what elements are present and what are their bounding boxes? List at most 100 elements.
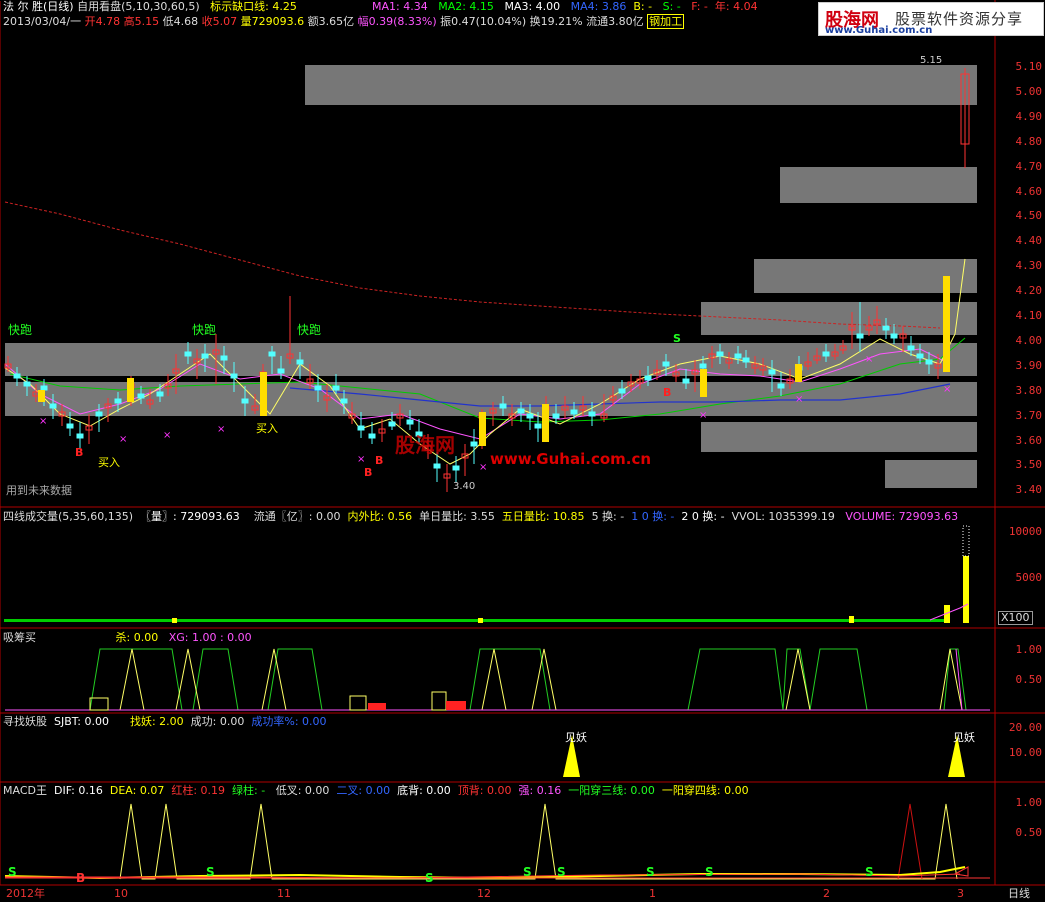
main-indicator[interactable]: 自用看盘(5,10,30,60,5) <box>77 0 200 13</box>
candlestick-chart[interactable]: ×× ××××××××BBBBS 5.15 3.40 快跑 快跑 快跑 买入 买入… <box>0 34 995 507</box>
vol-axis-label: 5000 <box>1015 571 1043 584</box>
vol-axis-label: 10000 <box>1008 525 1042 538</box>
ma3-value: MA3: 4.00 <box>504 0 561 13</box>
price-axis-label: 3.70 <box>1015 408 1043 422</box>
candle <box>340 398 348 404</box>
price-band <box>5 343 977 376</box>
price-band <box>885 460 977 488</box>
candle <box>916 353 924 359</box>
absorb-green-line <box>5 648 967 711</box>
signal-candle <box>38 390 45 402</box>
candle <box>314 385 322 391</box>
high-price: 高5.15 <box>123 15 160 28</box>
macd-signal-peaks <box>119 803 958 880</box>
candle <box>433 463 441 469</box>
price-band <box>780 167 977 203</box>
candle <box>76 433 84 439</box>
candle <box>768 369 776 375</box>
turnover-value: 换19.21% <box>529 15 583 28</box>
candle <box>716 351 724 357</box>
candle <box>499 403 507 409</box>
candle <box>296 359 304 365</box>
svg-text:S: S <box>646 865 655 879</box>
candle <box>517 408 525 414</box>
price-axis-label: 3.90 <box>1015 358 1043 372</box>
x-mark: × <box>795 394 803 405</box>
price-band <box>5 382 977 416</box>
price-band <box>701 302 977 335</box>
signal-candle <box>479 412 486 446</box>
price-axis-label: 4.90 <box>1015 109 1043 123</box>
svg-text:S: S <box>557 865 566 879</box>
svg-text:S: S <box>523 865 532 879</box>
absorb-axis-label: 0.50 <box>1015 673 1043 686</box>
float-value: 流通3.80亿 <box>586 15 644 28</box>
x-mark: × <box>865 354 873 365</box>
date: 2013/03/04/一 <box>3 15 82 28</box>
price-axis-label: 4.60 <box>1015 184 1043 198</box>
candle <box>40 385 48 391</box>
candle <box>822 351 830 357</box>
time-label: 11 <box>277 887 291 900</box>
candle <box>552 413 560 419</box>
b-value: B: - <box>633 0 653 13</box>
time-label: 10 <box>114 887 128 900</box>
volume-chart[interactable] <box>0 508 995 628</box>
signal-candle <box>260 372 267 416</box>
low-price: 低4.68 <box>162 15 199 28</box>
watermark-url: www.Guhai.com.cn <box>490 450 651 468</box>
time-label: 2 <box>823 887 830 900</box>
demon-axis-label: 10.00 <box>1008 746 1042 759</box>
candle <box>682 378 690 384</box>
price-axis-label: 4.30 <box>1015 259 1043 273</box>
candle <box>332 385 340 391</box>
buy-marker: B <box>663 386 671 399</box>
svg-text:S: S <box>425 871 434 885</box>
price-axis-label: 3.40 <box>1015 483 1043 497</box>
candle <box>734 353 742 359</box>
stock-name[interactable]: 法 尔 胜(日线) <box>3 0 74 13</box>
price-axis-label: 4.20 <box>1015 284 1043 298</box>
buy-label: 买入 <box>98 456 120 469</box>
industry-tag[interactable]: 钢加工 <box>647 14 685 29</box>
macd-axis-label: 1.00 <box>1015 796 1043 809</box>
absorb-axis-label: 1.00 <box>1015 643 1043 656</box>
x-mark: × <box>699 410 707 421</box>
absorb-chart[interactable] <box>0 628 995 713</box>
candle <box>742 357 750 363</box>
demon-chart[interactable] <box>0 713 995 782</box>
time-label: 1 <box>649 887 656 900</box>
signal-candle <box>542 404 549 442</box>
candle <box>13 373 21 379</box>
svg-text:S: S <box>206 865 215 879</box>
period-tab[interactable]: 日线 <box>1008 887 1030 901</box>
price-axis-label: 4.40 <box>1015 234 1043 248</box>
candle <box>406 419 414 425</box>
open-price: 开4.78 <box>84 15 121 28</box>
time-axis: 2012年 10 11 12 1 2 3 <box>0 886 995 902</box>
volume-bar-latest <box>963 556 969 623</box>
guhai-logo: 股海网 股票软件资源分享 www.Guhai.com.cn <box>818 2 1044 36</box>
candle <box>368 433 376 439</box>
buy-label: 买入 <box>256 422 278 435</box>
demon-label: 见妖 <box>565 731 587 744</box>
header-line-1: 法 尔 胜(日线) 自用看盘(5,10,30,60,5) 标示缺口线: 4.25 <box>3 0 297 14</box>
candle <box>357 425 365 431</box>
time-label: 3 <box>957 887 964 900</box>
candle <box>388 421 396 427</box>
svg-text:B: B <box>76 871 85 885</box>
candle <box>570 409 578 415</box>
macd-chart[interactable]: S B S S S S S S S <box>0 782 995 885</box>
signal-candle <box>795 364 802 382</box>
x-mark: × <box>217 424 225 435</box>
candle <box>644 375 652 381</box>
candle <box>452 465 460 471</box>
amount-value: 额3.65亿 <box>307 15 355 28</box>
volume-baseline-bars <box>4 619 944 622</box>
header-line-2: 2013/03/04/一 开4.78 高5.15 低4.68 收5.07 量72… <box>3 14 685 29</box>
buy-marker: B <box>375 454 383 467</box>
gap-line-label: 标示缺口线: 4.25 <box>210 0 297 13</box>
ma-values: MA1: 4.34 MA2: 4.15 MA3: 4.00 MA4: 3.86 … <box>372 0 758 14</box>
candle <box>230 373 238 379</box>
candle <box>588 411 596 417</box>
